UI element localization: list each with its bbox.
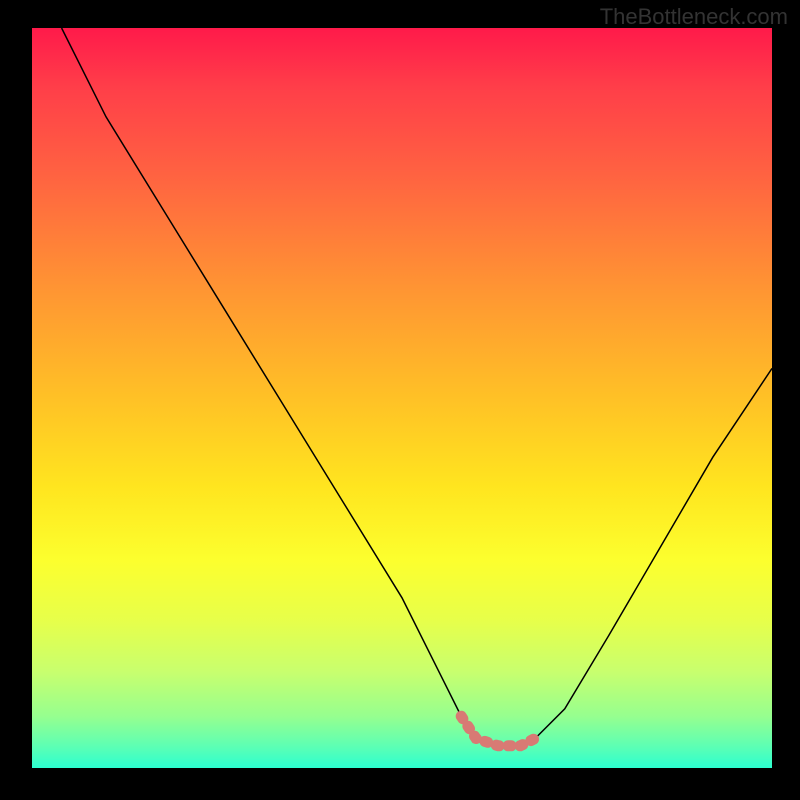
marker-region [461,716,535,746]
plot-area [32,28,772,768]
bottleneck-curve [62,28,772,746]
watermark-text: TheBottleneck.com [600,4,788,30]
chart-svg [32,28,772,768]
